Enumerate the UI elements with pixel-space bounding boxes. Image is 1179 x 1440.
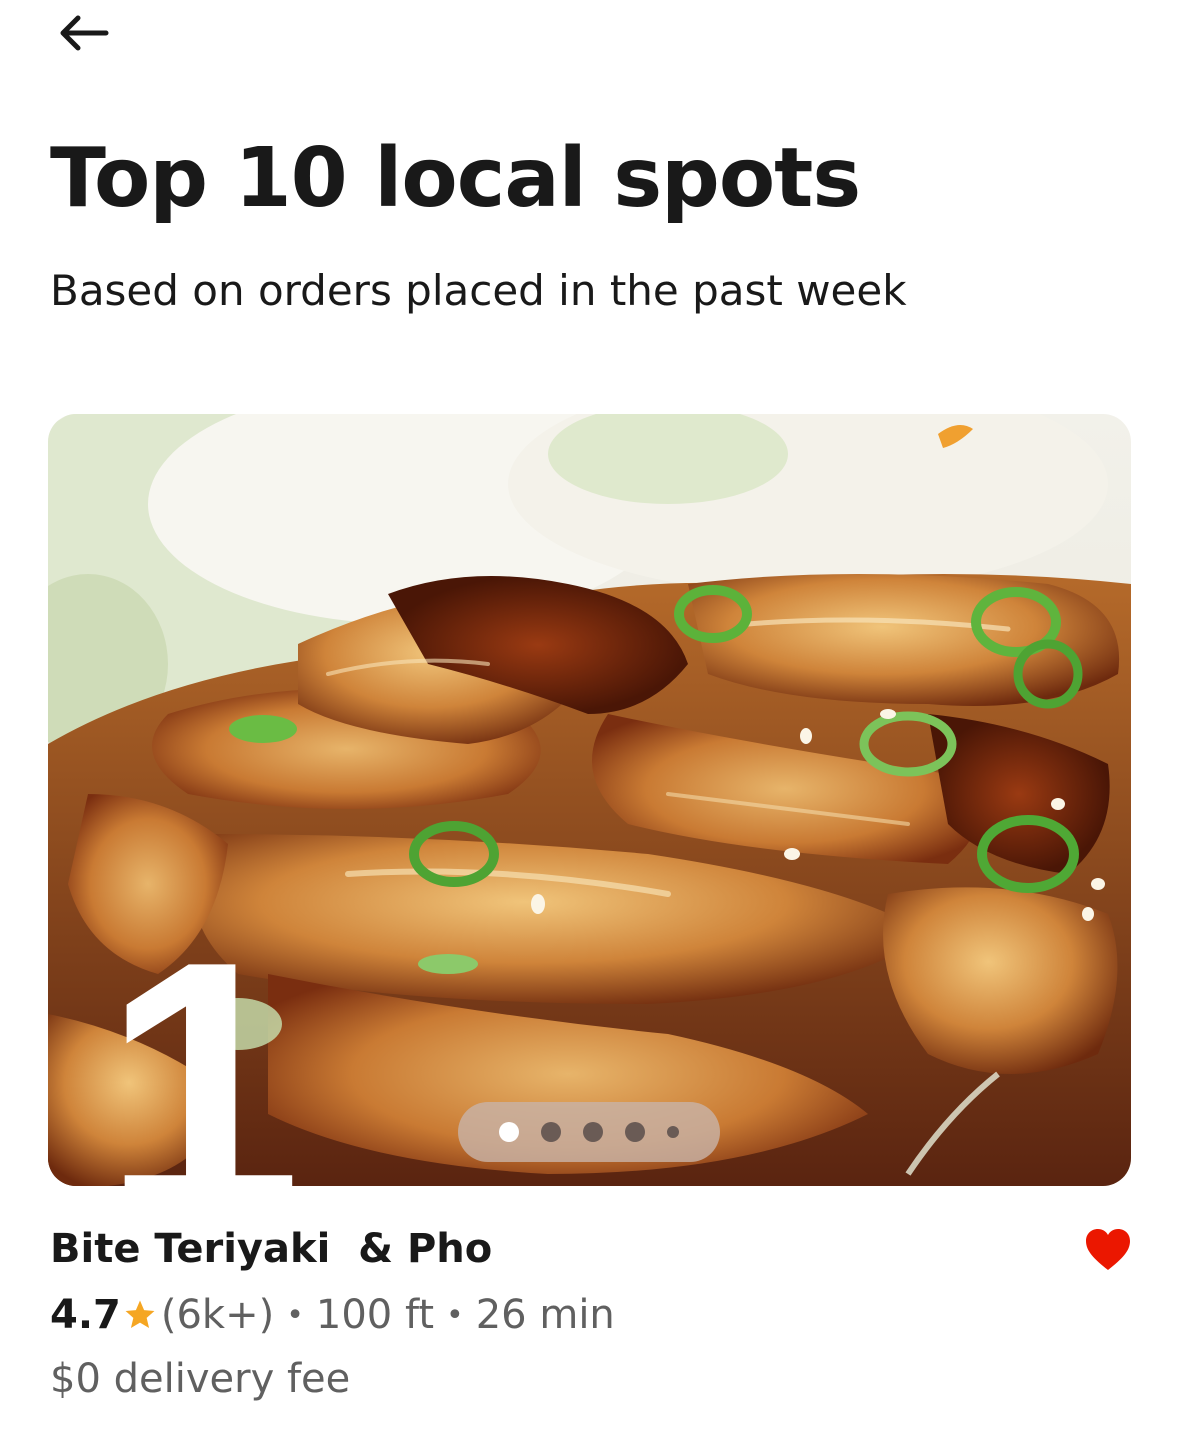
store-rating: 4.7: [50, 1292, 121, 1338]
carousel-dot-3[interactable]: [583, 1122, 603, 1142]
store-name[interactable]: Bite Teriyaki & Pho: [50, 1226, 492, 1272]
back-button[interactable]: [52, 8, 116, 58]
star-icon: [125, 1300, 155, 1329]
carousel-indicator[interactable]: [458, 1102, 720, 1162]
carousel-dot-4[interactable]: [625, 1122, 645, 1142]
store-eta: 26 min: [475, 1292, 615, 1338]
arrow-left-icon: [60, 15, 109, 51]
rating-count: (6k+): [160, 1292, 275, 1338]
rank-number: 1: [102, 887, 302, 1289]
heart-icon: [1086, 1229, 1130, 1270]
carousel-dot-2[interactable]: [541, 1122, 561, 1142]
carousel-dot-1[interactable]: [499, 1122, 519, 1142]
store-card[interactable]: 1 Bite Teriyaki & Pho 4.7 (6k+) • 100 ft…: [48, 414, 1131, 1414]
favorite-button[interactable]: [1084, 1226, 1132, 1274]
delivery-fee: $0 delivery fee: [50, 1356, 351, 1402]
store-distance: 100 ft: [315, 1292, 435, 1338]
separator: •: [286, 1297, 304, 1333]
store-meta: 4.7 (6k+) • 100 ft • 26 min: [50, 1292, 615, 1338]
separator: •: [446, 1297, 464, 1333]
page-subtitle: Based on orders placed in the past week: [50, 266, 907, 315]
carousel-dot-5[interactable]: [667, 1126, 679, 1138]
page-title: Top 10 local spots: [50, 131, 861, 226]
